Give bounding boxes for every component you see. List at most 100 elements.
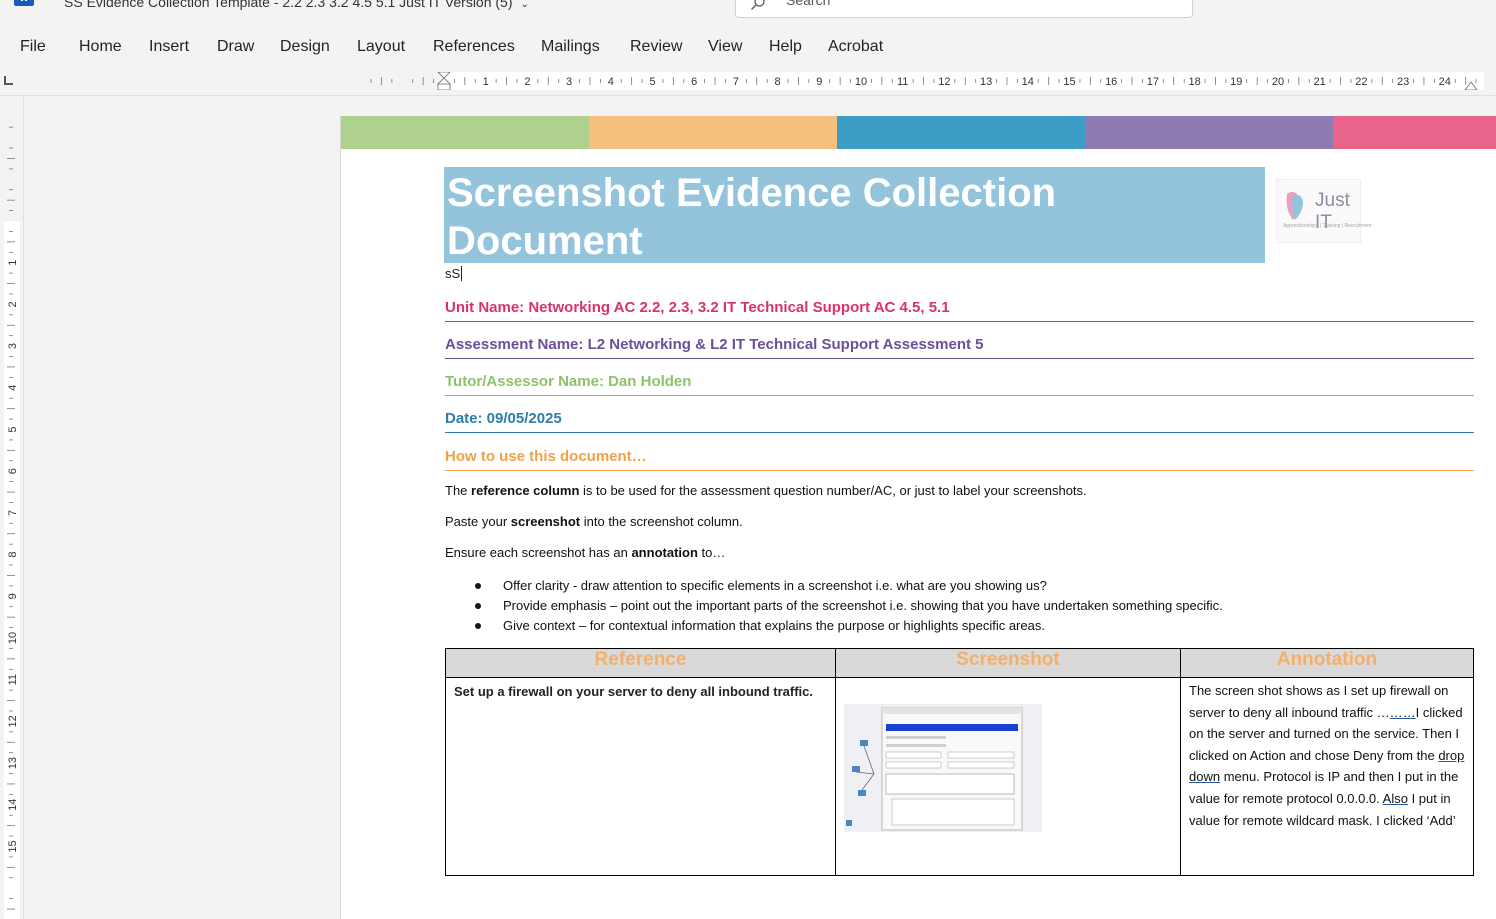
ruler-label: 13 xyxy=(980,76,992,88)
word-icon[interactable]: W xyxy=(14,0,34,6)
color-bar-purple xyxy=(1085,116,1333,149)
text-cursor xyxy=(461,266,463,281)
date-heading[interactable]: Date: 09/05/2025 xyxy=(445,410,1474,433)
instruction-paragraph-screenshot[interactable]: Paste your screenshot into the screensho… xyxy=(445,514,743,529)
how-to-heading[interactable]: How to use this document… xyxy=(445,448,1474,471)
column-header-annotation[interactable]: Annotation xyxy=(1180,648,1474,678)
color-bar-green xyxy=(341,116,589,149)
instruction-paragraph-annotation[interactable]: Ensure each screenshot has an annotation… xyxy=(445,545,725,560)
ruler-label: 2 xyxy=(7,301,19,307)
instruction-paragraph-reference[interactable]: The reference column is to be used for t… xyxy=(445,483,1087,498)
firewall-screenshot-image xyxy=(844,704,1042,832)
ruler-label: 24 xyxy=(1439,76,1451,88)
ruler-label: 8 xyxy=(775,76,781,88)
screenshot-thumbnail[interactable] xyxy=(844,704,1042,832)
horizontal-ruler[interactable]: 1 2 3 4 5 6 7 8 9 10 11 12 13 14 15 16 17 18 19 20 21 22 23 24 xyxy=(338,72,1484,90)
just-it-logo[interactable]: Just IT Apprenticeships | Training | Rec… xyxy=(1276,179,1371,243)
annotation-cell[interactable]: The screen shot shows as I set up firewa… xyxy=(1180,677,1474,876)
tab-selector-icon[interactable] xyxy=(4,76,13,85)
column-header-reference[interactable]: Reference xyxy=(445,648,836,678)
ruler-label: 7 xyxy=(733,76,739,88)
vertical-ruler[interactable]: 1 2 3 4 5 6 7 8 9 10 11 12 13 14 15 xyxy=(0,96,24,919)
ruler-label: 4 xyxy=(7,385,19,391)
tab-acrobat[interactable]: Acrobat xyxy=(828,38,883,56)
tab-help[interactable]: Help xyxy=(769,38,802,56)
screenshot-cell[interactable] xyxy=(835,677,1181,876)
ruler-label: 15 xyxy=(1063,76,1075,88)
assessment-name-heading[interactable]: Assessment Name: L2 Networking & L2 IT T… xyxy=(445,336,1474,359)
tab-review[interactable]: Review xyxy=(630,38,682,56)
ruler-label: 3 xyxy=(7,343,19,349)
ruler-label: 3 xyxy=(566,76,572,88)
para-text: Ensure each screenshot has an xyxy=(445,545,632,560)
ruler-label: 20 xyxy=(1272,76,1284,88)
tab-view[interactable]: View xyxy=(708,38,742,56)
ruler-margin xyxy=(338,72,444,90)
tab-insert[interactable]: Insert xyxy=(149,38,189,56)
search-placeholder: Search xyxy=(786,0,831,8)
ruler-label: 19 xyxy=(1230,76,1242,88)
bullet-list: Offer clarity - draw attention to specif… xyxy=(471,578,1223,638)
ruler-label: 11 xyxy=(897,76,908,88)
tab-home[interactable]: Home xyxy=(79,38,122,56)
ruler-label: 14 xyxy=(1022,76,1034,88)
ruler-label: 14 xyxy=(7,799,19,811)
ruler-label: 10 xyxy=(855,76,867,88)
ruler-label: 23 xyxy=(1397,76,1409,88)
ruler-label: 4 xyxy=(608,76,614,88)
document-title-heading[interactable]: Screenshot Evidence Collection Document xyxy=(447,169,1257,265)
color-bar-blue xyxy=(837,116,1085,149)
document-title[interactable]: SS Evidence Collection Template - 2.2 2.… xyxy=(64,0,529,10)
tab-design[interactable]: Design xyxy=(280,38,330,56)
ruler-label: 7 xyxy=(7,510,19,516)
title-banner: Screenshot Evidence Collection Document xyxy=(444,167,1265,263)
chevron-down-icon[interactable]: ⌄ xyxy=(521,0,529,10)
ruler-label: 16 xyxy=(1105,76,1117,88)
ruler-label: 6 xyxy=(691,76,697,88)
document-title-text: SS Evidence Collection Template - 2.2 2.… xyxy=(64,0,513,10)
tab-references[interactable]: References xyxy=(433,38,515,56)
logo-tagline: Apprenticeships | Training | Recruitment xyxy=(1283,223,1372,229)
ruler-label: 11 xyxy=(7,674,19,685)
tab-layout[interactable]: Layout xyxy=(357,38,405,56)
para-text: to… xyxy=(697,545,726,560)
ruler-label: 9 xyxy=(816,76,822,88)
list-item[interactable]: Give context – for contextual informatio… xyxy=(471,618,1223,638)
para-text: is to be used for the assessment questio… xyxy=(579,483,1087,498)
ruler-label: 1 xyxy=(483,76,489,88)
table-header-row: Reference Screenshot Annotation xyxy=(445,648,1474,678)
ruler-label: 12 xyxy=(7,715,19,727)
typed-text[interactable]: sS xyxy=(445,266,463,281)
document-page[interactable]: Screenshot Evidence Collection Document … xyxy=(340,116,1496,919)
ruler-label: 12 xyxy=(938,76,950,88)
list-item[interactable]: Offer clarity - draw attention to specif… xyxy=(471,578,1223,598)
unit-name-heading[interactable]: Unit Name: Networking AC 2.2, 2.3, 3.2 I… xyxy=(445,299,1474,322)
color-bar-pink xyxy=(1333,116,1496,149)
tab-file[interactable]: File xyxy=(20,38,46,56)
list-item[interactable]: Provide emphasis – point out the importa… xyxy=(471,598,1223,618)
ruler-label: 13 xyxy=(7,757,19,769)
horizontal-ruler-strip: 1 2 3 4 5 6 7 8 9 10 11 12 13 14 15 16 17 18 19 20 21 22 23 24 xyxy=(0,70,1496,96)
title-bar: W SS Evidence Collection Template - 2.2 … xyxy=(0,0,1496,22)
ruler-background xyxy=(338,72,1484,90)
annotation-text: …… xyxy=(1389,704,1416,720)
para-text: The xyxy=(445,483,472,498)
ruler-label: 1 xyxy=(7,260,19,266)
evidence-table: Reference Screenshot Annotation Set up a… xyxy=(445,648,1474,876)
logo-mark-icon xyxy=(1286,191,1303,220)
reference-cell[interactable]: Set up a firewall on your server to deny… xyxy=(445,677,836,876)
para-bold: reference column xyxy=(471,483,580,498)
tab-draw[interactable]: Draw xyxy=(217,38,254,56)
tutor-name-heading[interactable]: Tutor/Assessor Name: Dan Holden xyxy=(445,373,1474,396)
typed-text-value: sS xyxy=(445,266,461,281)
ruler-label: 17 xyxy=(1147,76,1159,88)
annotation-text: Also xyxy=(1382,790,1408,806)
ruler-label: 2 xyxy=(524,76,530,88)
ribbon-tabs: File Home Insert Draw Design Layout Refe… xyxy=(0,28,1496,70)
document-margin-area xyxy=(24,96,340,919)
ruler-label: 9 xyxy=(7,593,19,599)
column-header-screenshot[interactable]: Screenshot xyxy=(835,648,1181,678)
tab-mailings[interactable]: Mailings xyxy=(541,38,600,56)
ruler-label: 22 xyxy=(1355,76,1367,88)
search-input[interactable]: Search xyxy=(735,0,1193,18)
